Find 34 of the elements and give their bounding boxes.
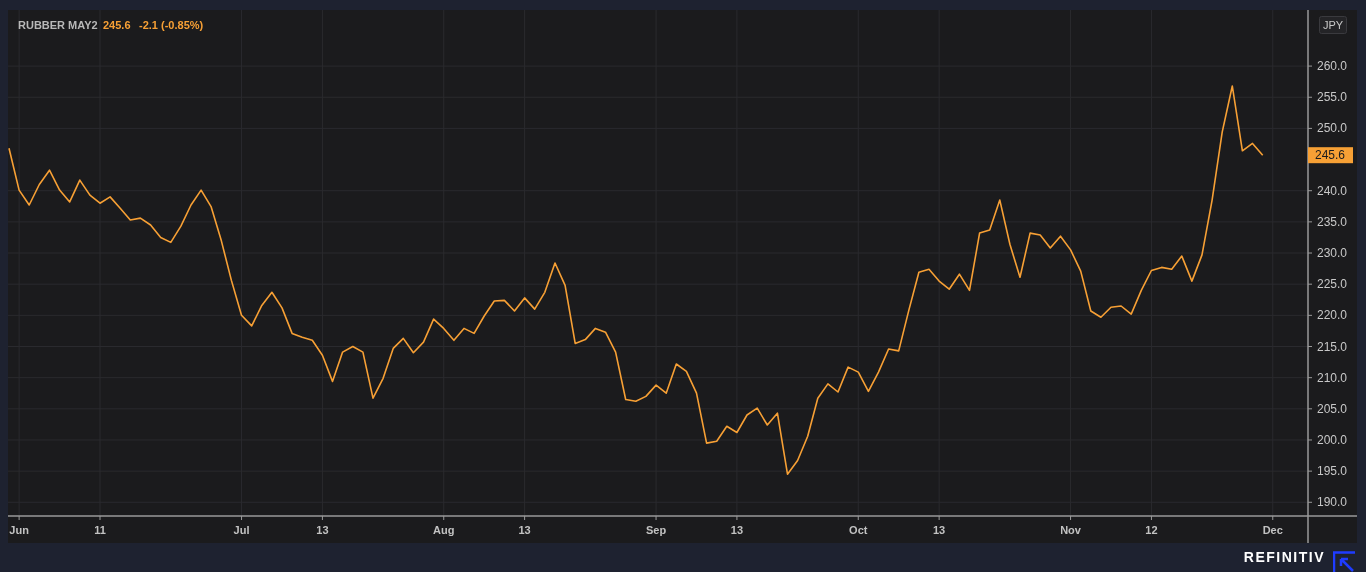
- x-axis-label: 12: [1145, 524, 1158, 536]
- x-axis-label: Jun: [9, 524, 29, 536]
- y-axis-label: 190.0: [1317, 495, 1348, 510]
- x-axis-label: Nov: [1060, 524, 1081, 536]
- logo-icon: [1333, 550, 1356, 572]
- y-axis-label: 250.0: [1317, 121, 1348, 136]
- y-axis-label: 210.0: [1317, 370, 1348, 385]
- x-axis-label: 13: [316, 524, 329, 536]
- y-axis-label: 240.0: [1317, 183, 1348, 198]
- x-axis-label: Aug: [433, 524, 455, 536]
- y-axis-label: 200.0: [1317, 433, 1348, 447]
- x-axis-label: Jul: [233, 524, 250, 536]
- currency-badge[interactable]: JPY: [1319, 16, 1347, 34]
- y-axis-label: 195.0: [1317, 464, 1348, 479]
- price-change: -2.1 (-0.85%): [139, 19, 204, 31]
- y-axis-label: 225.0: [1317, 277, 1348, 292]
- x-axis-label: 13: [933, 524, 946, 536]
- y-axis-label: 235.0: [1317, 214, 1348, 229]
- y-axis-label: 230.0: [1317, 246, 1348, 261]
- x-axis-label: 13: [730, 524, 744, 536]
- x-axis-label: Sep: [645, 524, 667, 536]
- x-axis-label: 13: [518, 524, 531, 536]
- y-axis-label: 260.0: [1317, 59, 1348, 74]
- price-value: 245.6: [103, 19, 131, 31]
- x-axis-label: 11: [94, 524, 106, 536]
- y-axis-label: 215.0: [1317, 339, 1348, 354]
- y-axis-label: 220.0: [1317, 308, 1348, 323]
- x-axis-label: Dec: [1262, 524, 1283, 536]
- x-axis-label: Oct: [849, 524, 868, 536]
- y-axis-label: 205.0: [1317, 401, 1348, 416]
- y-axis-label: 255.0: [1317, 90, 1348, 105]
- symbol-label: RUBBER MAY2: [18, 19, 98, 31]
- brand-name: REFINITIV: [1243, 548, 1325, 567]
- last-price-tag: 245.6: [1308, 147, 1353, 164]
